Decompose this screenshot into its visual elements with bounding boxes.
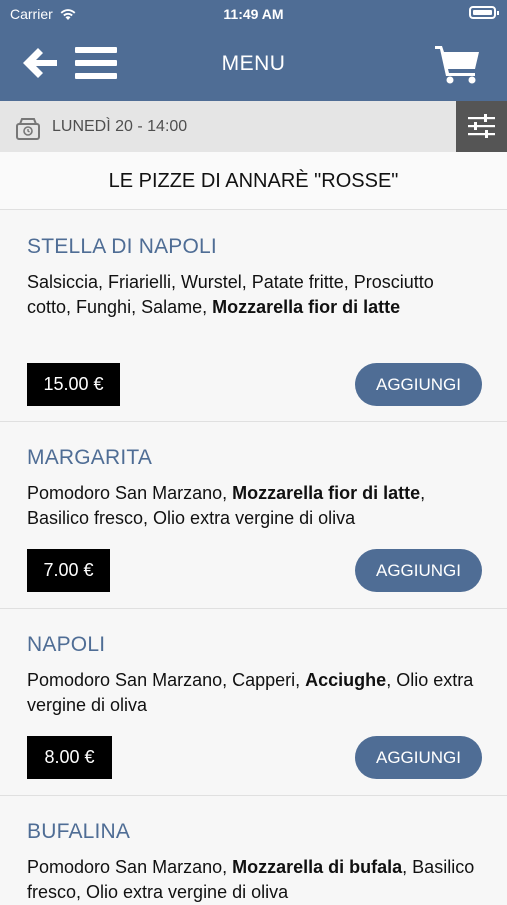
app-header: Carrier 11:49 AM MENU bbox=[0, 0, 507, 101]
sliders-icon bbox=[468, 114, 495, 138]
item-name: MARGARITA bbox=[27, 446, 153, 469]
add-to-cart-button[interactable]: AGGIUNGI bbox=[355, 363, 482, 406]
item-name: BUFALINA bbox=[27, 820, 131, 843]
section-title: LE PIZZE DI ANNARÈ "ROSSE" bbox=[0, 152, 507, 210]
add-to-cart-button[interactable]: AGGIUNGI bbox=[355, 549, 482, 592]
filter-button[interactable] bbox=[456, 101, 507, 152]
menu-item: NAPOLI Pomodoro San Marzano, Capperi, Ac… bbox=[0, 609, 507, 796]
cart-icon[interactable] bbox=[435, 44, 481, 84]
menu-item: STELLA DI NAPOLI Salsiccia, Friarielli, … bbox=[0, 211, 507, 422]
item-price: 8.00 € bbox=[27, 736, 112, 779]
item-description: Pomodoro San Marzano, Capperi, Acciughe,… bbox=[27, 670, 474, 715]
status-bar: Carrier 11:49 AM bbox=[0, 0, 507, 28]
item-description: Pomodoro San Marzano, Mozzarella di bufa… bbox=[27, 857, 475, 902]
add-to-cart-button[interactable]: AGGIUNGI bbox=[355, 736, 482, 779]
menu-item: MARGARITA Pomodoro San Marzano, Mozzarel… bbox=[0, 422, 507, 609]
delivery-date-label: LUNEDÌ 20 - 14:00 bbox=[52, 118, 188, 135]
item-price: 7.00 € bbox=[27, 549, 110, 592]
page-title: MENU bbox=[221, 52, 286, 75]
menu-item: BUFALINA Pomodoro San Marzano, Mozzarell… bbox=[0, 796, 507, 902]
item-name: NAPOLI bbox=[27, 633, 106, 656]
item-price: 15.00 € bbox=[27, 363, 120, 406]
delivery-date-bar[interactable]: LUNEDÌ 20 - 14:00 bbox=[0, 101, 507, 152]
status-time: 11:49 AM bbox=[223, 6, 284, 22]
battery-icon bbox=[469, 6, 499, 19]
item-name: STELLA DI NAPOLI bbox=[27, 235, 217, 258]
item-description: Salsiccia, Friarielli, Wurstel, Patate f… bbox=[27, 272, 434, 317]
item-description: Pomodoro San Marzano, Mozzarella fior di… bbox=[27, 483, 426, 528]
delivery-time-icon bbox=[16, 118, 40, 140]
